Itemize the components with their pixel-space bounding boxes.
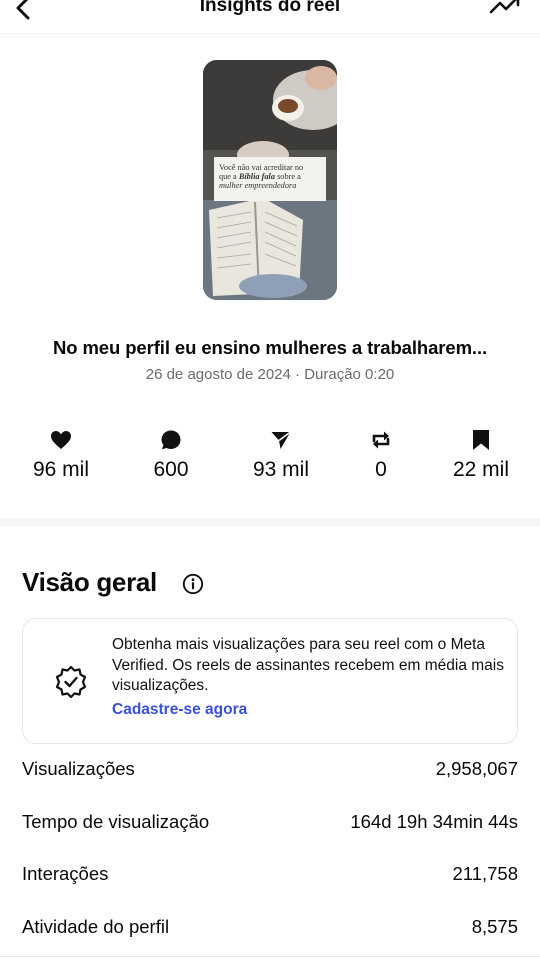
metric-value: 211,758 xyxy=(452,863,519,884)
heart-icon xyxy=(51,431,71,449)
comment-icon xyxy=(161,430,181,450)
trending-up-icon xyxy=(489,0,520,14)
caption-line-1: Você não vai acreditar no xyxy=(219,163,304,172)
reel-title: No meu perfil eu ensino mulheres a traba… xyxy=(52,337,488,358)
metric-value: 164d 19h 34min 44s xyxy=(350,811,518,832)
comments-count: 600 xyxy=(153,458,189,481)
metric-value: 8,575 xyxy=(471,916,518,937)
caption-line-2-em: Bíblia fala xyxy=(238,172,275,181)
shares-count: 93 mil xyxy=(252,458,310,481)
metric-row-interactions: Interações 211,758 xyxy=(22,863,518,891)
metric-row-profile-activity: Atividade do perfil 8,575 xyxy=(22,916,518,944)
stat-shares: 93 mil xyxy=(231,428,331,482)
metric-label: Tempo de visualização xyxy=(22,811,210,832)
stat-comments: 600 xyxy=(121,428,221,482)
overview-title: Visão geral xyxy=(22,567,157,597)
likes-count: 96 mil xyxy=(32,458,90,481)
promo-text: Obtenha mais visualizações para seu reel… xyxy=(112,636,504,694)
metric-row-views: Visualizações 2,958,067 xyxy=(22,758,518,786)
page-title: Insights do reel xyxy=(199,0,341,16)
reel-thumbnail[interactable]: Você não vai acreditar no que a Bíblia f… xyxy=(203,60,337,300)
caption-line-3: mulher empreendedora xyxy=(219,181,297,190)
stat-saves: 22 mil xyxy=(431,428,531,482)
reposts-count: 0 xyxy=(375,458,387,481)
info-button[interactable] xyxy=(182,573,204,595)
metric-value: 2,958,067 xyxy=(435,758,518,779)
metric-label: Visualizações xyxy=(22,758,135,779)
signup-link[interactable]: Cadastre-se agora xyxy=(112,701,247,719)
meta-verified-promo: Obtenha mais visualizações para seu reel… xyxy=(22,618,518,744)
stat-reposts: 0 xyxy=(331,428,431,482)
metric-row-watch-time: Tempo de visualização 164d 19h 34min 44s xyxy=(22,811,518,839)
repost-icon xyxy=(372,431,390,449)
engagement-stats: 96 mil 600 93 mil 0 22 mil xyxy=(0,428,540,488)
metric-label: Interações xyxy=(22,863,109,884)
stat-likes: 96 mil xyxy=(11,428,111,482)
divider xyxy=(0,956,540,957)
saves-count: 22 mil xyxy=(452,458,510,481)
verified-badge-icon xyxy=(55,665,87,699)
thumbnail-caption: Você não vai acreditar no que a Bíblia f… xyxy=(214,157,326,201)
bookmark-icon xyxy=(473,430,489,450)
info-icon xyxy=(182,573,204,595)
reel-meta: 26 de agosto de 2024 · Duração 0:20 xyxy=(145,366,395,383)
caption-line-2-pre: que a xyxy=(219,172,239,181)
trends-button[interactable] xyxy=(488,0,522,20)
caption-line-2-post: sobre a xyxy=(275,172,301,181)
share-icon xyxy=(271,431,291,449)
header: Insights do reel xyxy=(0,0,540,34)
section-divider xyxy=(0,518,540,526)
metric-label: Atividade do perfil xyxy=(22,916,170,937)
